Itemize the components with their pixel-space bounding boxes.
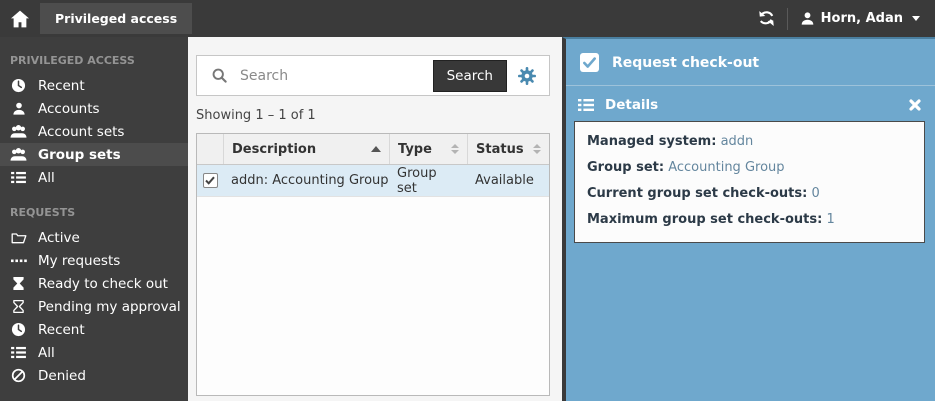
list-icon [10, 346, 27, 359]
sidebar-item-denied[interactable]: Denied [0, 364, 188, 387]
sidebar-item-label: Ready to check out [38, 276, 168, 292]
search-icon [211, 67, 228, 84]
gear-icon[interactable] [517, 66, 537, 86]
sidebar: PRIVILEGED ACCESS Recent Accounts Accoun… [0, 37, 188, 401]
detail-value: Accounting Group [668, 160, 784, 175]
clock-icon [10, 78, 27, 93]
privileged-access-button[interactable]: Privileged access [40, 3, 192, 34]
table-header-checkbox-column [197, 134, 223, 164]
details-list-icon [578, 98, 594, 112]
panel-title: Request check-out [612, 55, 759, 71]
detail-maximum-checkouts: Maximum group set check-outs: 1 [587, 207, 912, 233]
detail-label: Group set: [587, 160, 664, 175]
detail-value: 1 [826, 212, 834, 227]
results-summary: Showing 1 – 1 of 1 [196, 108, 550, 123]
clock-icon [10, 322, 27, 337]
panel-header: Request check-out [566, 39, 935, 86]
details-box: Managed system: addn Group set: Accounti… [574, 121, 925, 243]
sidebar-item-label: Denied [38, 368, 86, 384]
request-checkout-panel: Request check-out Details Managed system… [562, 37, 935, 401]
sidebar-section-requests: REQUESTS [0, 189, 188, 226]
row-status: Available [467, 173, 549, 188]
results-table: Description Type Status addn: Accounting… [196, 133, 550, 396]
sidebar-item-recent[interactable]: Recent [0, 74, 188, 97]
table-header-description[interactable]: Description [223, 134, 389, 164]
sidebar-item-label: Recent [38, 322, 85, 338]
sidebar-item-pending-my-approval[interactable]: Pending my approval [0, 295, 188, 318]
sidebar-item-ready-to-check-out[interactable]: Ready to check out [0, 272, 188, 295]
detail-value: 0 [811, 186, 819, 201]
detail-label: Current group set check-outs: [587, 186, 807, 201]
sort-icon [533, 144, 541, 154]
detail-group-set: Group set: Accounting Group [587, 155, 912, 181]
sidebar-item-group-sets[interactable]: Group sets [0, 143, 188, 166]
topbar-right: Horn, Adan [746, 8, 935, 30]
refresh-button[interactable] [746, 10, 787, 27]
detail-label: Maximum group set check-outs: [587, 212, 822, 227]
check-square-icon [580, 53, 599, 72]
users-icon [10, 147, 27, 162]
detail-current-checkouts: Current group set check-outs: 0 [587, 181, 912, 207]
row-description: addn: Accounting Group [223, 173, 389, 188]
user-menu[interactable]: Horn, Adan [788, 11, 920, 26]
search-button[interactable]: Search [433, 60, 507, 92]
row-checkbox[interactable] [203, 173, 218, 188]
table-header-row: Description Type Status [197, 134, 549, 165]
results-pane: Search Showing 1 – 1 of 1 [188, 37, 562, 401]
sort-ascending-icon [371, 146, 381, 152]
column-label: Type [398, 142, 432, 157]
sidebar-item-label: Group sets [38, 147, 121, 163]
sidebar-item-label: Accounts [38, 101, 100, 117]
search-input[interactable] [238, 67, 433, 85]
sidebar-item-label: Recent [38, 78, 85, 94]
sidebar-item-label: Account sets [38, 124, 124, 140]
hourglass-outline-icon [10, 299, 27, 314]
close-icon[interactable] [909, 99, 921, 111]
top-bar: Privileged access Horn, Adan [0, 0, 935, 37]
column-label: Status [476, 142, 524, 157]
folder-open-icon [10, 231, 27, 245]
sort-icon [451, 144, 459, 154]
users-icon [10, 124, 27, 139]
sidebar-section-privileged-access: PRIVILEGED ACCESS [0, 37, 188, 74]
row-checkbox-cell [197, 173, 223, 188]
table-header-status[interactable]: Status [467, 134, 549, 164]
user-name: Horn, Adan [821, 11, 903, 26]
sidebar-item-requests-recent[interactable]: Recent [0, 318, 188, 341]
denied-icon [10, 368, 27, 383]
sidebar-item-label: All [38, 345, 55, 361]
hourglass-icon [10, 276, 27, 291]
detail-managed-system: Managed system: addn [587, 129, 912, 155]
column-label: Description [232, 142, 316, 157]
detail-value: addn [721, 134, 754, 149]
table-header-type[interactable]: Type [389, 134, 467, 164]
sidebar-item-my-requests[interactable]: My requests [0, 249, 188, 272]
table-row[interactable]: addn: Accounting Group Group set Availab… [197, 165, 549, 197]
search-bar: Search [196, 55, 550, 96]
user-icon [10, 101, 27, 116]
detail-label: Managed system: [587, 134, 716, 149]
sidebar-item-label: Active [38, 230, 80, 246]
ellipsis-icon [10, 258, 27, 264]
sidebar-item-label: Pending my approval [38, 299, 181, 315]
sidebar-item-active[interactable]: Active [0, 226, 188, 249]
details-title: Details [605, 97, 658, 113]
sidebar-item-account-sets[interactable]: Account sets [0, 120, 188, 143]
home-icon [10, 10, 30, 28]
sidebar-item-all[interactable]: All [0, 166, 188, 189]
list-icon [10, 171, 27, 184]
sidebar-item-requests-all[interactable]: All [0, 341, 188, 364]
sidebar-item-label: My requests [38, 253, 120, 269]
user-icon [800, 11, 815, 26]
details-header: Details [566, 86, 935, 121]
row-type: Group set [389, 166, 467, 196]
sidebar-item-label: All [38, 170, 55, 186]
sidebar-item-accounts[interactable]: Accounts [0, 97, 188, 120]
chevron-down-icon [912, 16, 920, 21]
refresh-icon [758, 10, 775, 27]
home-button[interactable] [0, 10, 40, 28]
